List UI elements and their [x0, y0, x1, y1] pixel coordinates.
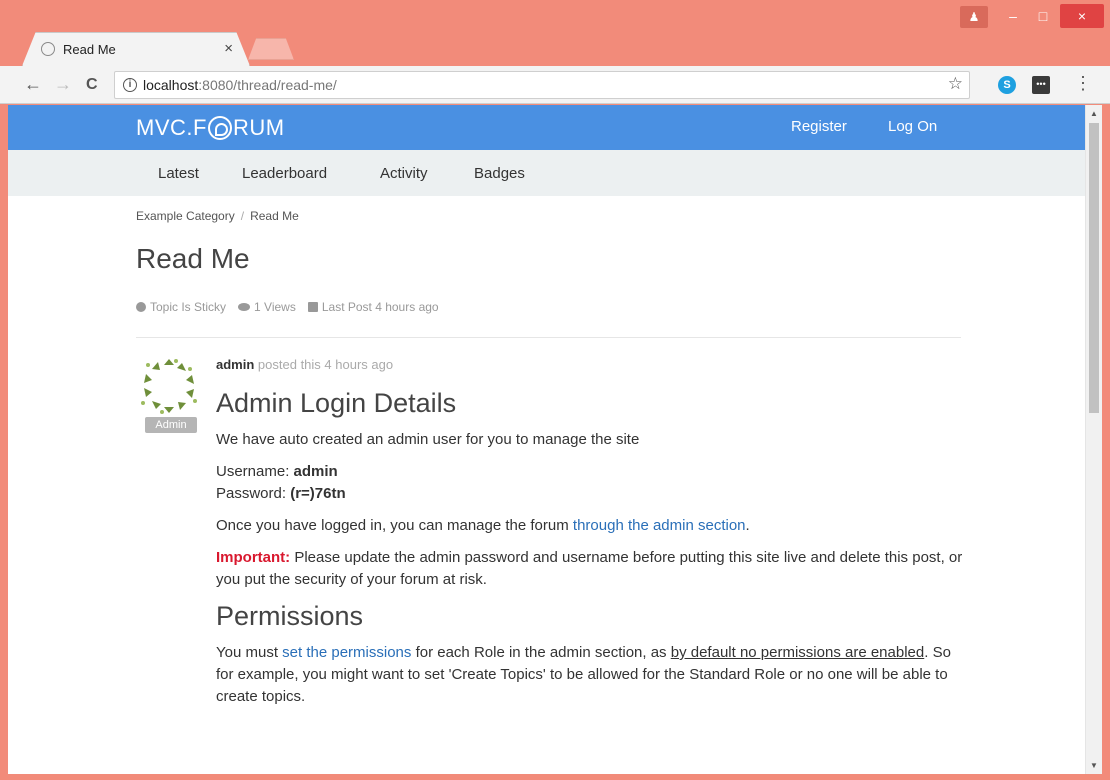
comment-icon [307, 302, 318, 312]
views-label: 1 Views [254, 300, 296, 314]
breadcrumb-separator: / [240, 209, 245, 223]
manage-text: Once you have logged in, you can manage … [216, 517, 569, 534]
log-on-link[interactable]: Log On [888, 118, 937, 135]
favicon-icon [41, 42, 55, 56]
scrollbar-thumb[interactable] [1089, 123, 1099, 413]
post-meta: admin posted this 4 hours ago [216, 357, 966, 372]
url-host: localhost [143, 77, 199, 93]
last-post-meta: Last Post 4 hours ago [307, 300, 439, 314]
breadcrumb-category[interactable]: Example Category [136, 209, 235, 223]
exclamation-circle-icon [136, 302, 146, 312]
logo-text-prefix: MVC.F [136, 115, 207, 140]
page-title: Read Me [136, 243, 250, 274]
important-label: Important: [216, 549, 291, 566]
topic-divider [136, 337, 961, 338]
manage-period: . [745, 517, 750, 534]
browser-toolbar: ← → C i localhost:8080/thread/read-me/ ☆… [0, 66, 1110, 104]
forward-button[interactable]: → [54, 74, 72, 95]
nav-activity[interactable]: Activity [380, 165, 428, 182]
scroll-up-icon[interactable]: ▲ [1090, 109, 1098, 118]
nav-badges[interactable]: Badges [474, 165, 525, 182]
scroll-down-icon[interactable]: ▼ [1090, 761, 1098, 770]
user-profile-icon[interactable]: ♟ [960, 6, 988, 28]
post-body: admin posted this 4 hours ago Admin Logi… [216, 357, 966, 718]
bookmark-star-icon[interactable]: ☆ [948, 74, 963, 94]
skype-extension-icon[interactable]: S [998, 76, 1016, 94]
eye-icon [238, 303, 251, 311]
sticky-meta: Topic Is Sticky [136, 300, 226, 314]
perm-text-1: You must [216, 644, 278, 661]
views-meta: 1 Views [238, 300, 296, 314]
site-subnav: Latest Leaderboard Activity Badges [8, 150, 1085, 196]
logo-speech-bubble-icon [207, 116, 232, 140]
browser-menu-icon[interactable]: ⋮ [1074, 74, 1092, 92]
page-viewport: MVC.F RUM Register Log On Latest Leaderb… [8, 105, 1102, 774]
password-label: Password: [216, 485, 287, 502]
username-label: Username: [216, 463, 290, 480]
site-logo[interactable]: MVC.F RUM [136, 115, 285, 141]
register-link[interactable]: Register [791, 118, 847, 135]
important-text: Please update the admin password and use… [216, 549, 963, 588]
site-header: MVC.F RUM Register Log On [8, 105, 1085, 150]
extension-icon[interactable]: ••• [1032, 76, 1050, 94]
browser-tab-read-me[interactable]: Read Me × [22, 32, 250, 66]
breadcrumb: Example Category / Read Me [136, 209, 299, 223]
nav-leaderboard[interactable]: Leaderboard [242, 165, 327, 182]
nav-latest[interactable]: Latest [158, 165, 199, 182]
topic-meta: Topic Is Sticky 1 Views Last Post 4 hour… [136, 300, 439, 314]
heading-permissions: Permissions [216, 601, 364, 631]
username-value: admin [293, 463, 338, 480]
tab-title: Read Me [63, 42, 116, 57]
manage-paragraph: Once you have logged in, you can manage … [216, 515, 966, 537]
perm-text-2: for each Role in the admin section, as [415, 644, 667, 661]
important-paragraph: Important: Please update the admin passw… [216, 547, 966, 591]
new-tab-button[interactable] [248, 38, 294, 60]
back-button[interactable]: ← [24, 74, 42, 95]
logo-text-suffix: RUM [232, 115, 285, 140]
minimize-button[interactable]: – [998, 4, 1028, 28]
credentials-paragraph: Username: admin Password: (r=)76tn [216, 461, 966, 505]
post-time: posted this 4 hours ago [257, 357, 394, 372]
address-bar[interactable]: i localhost:8080/thread/read-me/ ☆ [114, 71, 970, 99]
permissions-paragraph: You must set the permissions for each Ro… [216, 642, 966, 708]
default-permissions-note: by default no permissions are enabled [670, 644, 925, 661]
tab-close-icon[interactable]: × [224, 40, 233, 57]
post-author[interactable]: admin [216, 357, 254, 372]
last-post-label: Last Post 4 hours ago [321, 300, 439, 314]
role-badge: Admin [145, 417, 197, 433]
maximize-button[interactable]: □ [1028, 4, 1058, 28]
breadcrumb-current: Read Me [250, 209, 299, 223]
heading-admin-login: Admin Login Details [216, 388, 457, 418]
reload-button[interactable]: C [86, 76, 98, 94]
browser-titlebar: Read Me × ♟ – □ × [0, 0, 1110, 66]
password-value: (r=)76tn [290, 485, 346, 502]
url-path: :8080/thread/read-me/ [198, 77, 337, 93]
admin-section-link[interactable]: through the admin section [573, 517, 746, 534]
avatar[interactable] [138, 355, 200, 417]
set-permissions-link[interactable]: set the permissions [282, 644, 411, 661]
page-scrollbar[interactable]: ▲ ▼ [1085, 105, 1102, 774]
info-icon[interactable]: i [123, 78, 137, 92]
close-window-button[interactable]: × [1060, 4, 1104, 28]
url-text[interactable]: localhost:8080/thread/read-me/ [143, 77, 337, 93]
sticky-label: Topic Is Sticky [150, 300, 227, 314]
intro-paragraph: We have auto created an admin user for y… [216, 431, 640, 448]
